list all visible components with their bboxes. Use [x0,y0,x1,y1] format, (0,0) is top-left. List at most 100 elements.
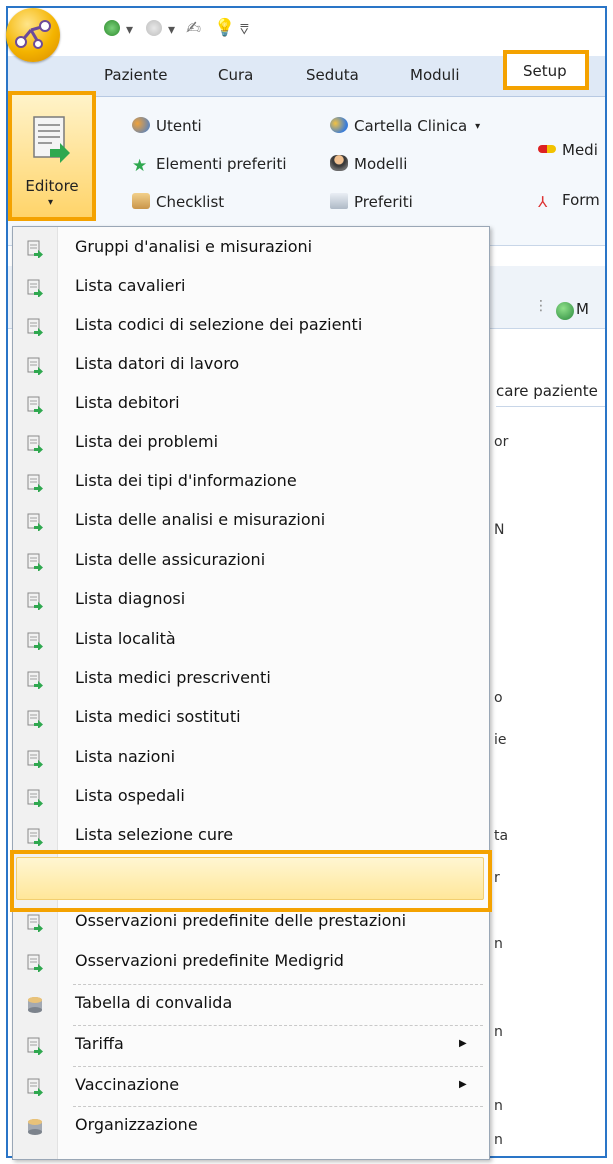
pill-icon [538,145,556,153]
ribbon-panel: Utenti ★ Elementi preferiti Checklist Car… [8,97,605,246]
menu-item-label: Lista codici di selezione dei pazienti [75,315,363,334]
search-patient-label[interactable]: care paziente [496,382,598,400]
submenu-arrow-icon: ▶ [459,1079,467,1090]
application-menu-button[interactable] [6,8,60,62]
tab-setup[interactable]: Setup [503,50,589,90]
menu-item[interactable]: Lista codici di selezione dei pazienti [13,307,489,346]
toolbar-grip-icon: ⋮ [534,298,548,314]
menu-item-label: Osservazioni predefinite Medigrid [75,951,344,970]
document-green-arrow-icon [27,474,43,493]
tab-seduta[interactable]: Seduta [306,66,359,84]
document-green-arrow-icon [27,1037,43,1056]
document-green-arrow-icon [27,553,43,572]
database-icon [27,1118,43,1136]
forward-icon[interactable] [146,20,162,36]
menu-item[interactable]: Lista cavalieri [13,268,489,307]
menu-item-label: Lista dei tipi d'informazione [75,471,297,490]
menu-item-label: Lista dei problemi [75,432,219,451]
document-green-arrow-icon [27,789,43,808]
menu-item[interactable]: Lista ospedali [13,778,489,817]
menu-item[interactable]: Lista delle assicurazioni [13,542,489,581]
chevron-down-icon: ▾ [48,197,54,208]
menu-item[interactable]: Lista diagnosi [13,581,489,620]
document-green-arrow-icon [27,435,43,454]
background-text: n [494,936,503,952]
menu-item[interactable]: Organizzazione [13,1107,489,1146]
highlight-annotation-box [10,850,492,912]
document-green-arrow-icon [27,396,43,415]
checklist-icon [132,193,150,209]
cartella-clinica-button[interactable]: Cartella Clinica ▾ [330,117,480,135]
menu-item-label: Lista diagnosi [75,589,186,608]
menu-item[interactable]: Vaccinazione ▶ [13,1067,489,1106]
toolbar-item-m[interactable]: M [576,300,589,318]
preferiti-button[interactable]: Preferiti [330,193,413,211]
document-green-arrow-icon [27,357,43,376]
menu-separator [73,984,483,985]
medi-button[interactable]: Medi [538,141,598,159]
globe-icon[interactable] [556,302,574,320]
elementi-preferiti-button[interactable]: ★ Elementi preferiti [132,155,287,176]
menu-item[interactable]: Lista delle analisi e misurazioni [13,502,489,541]
background-text: n [494,1024,503,1040]
document-green-arrow-icon [27,279,43,298]
menu-item-label: Lista ospedali [75,786,185,805]
menu-item-label: Lista debitori [75,393,180,412]
editore-button[interactable]: Editore ▾ [8,91,96,221]
menu-item[interactable]: Osservazioni predefinite Medigrid [13,943,489,982]
users-icon [132,117,150,133]
background-text: ie [494,732,507,748]
customize-toolbar-icon[interactable]: ⩢ [240,22,249,38]
document-green-arrow-icon [27,954,43,973]
tab-cura[interactable]: Cura [218,66,253,84]
menu-item[interactable]: Lista medici sostituti [13,699,489,738]
menu-item[interactable]: Tabella di convalida [13,985,489,1024]
document-green-arrow-icon [27,240,43,259]
menu-item[interactable]: Lista località [13,621,489,660]
background-text: n [494,1098,503,1114]
signature-icon[interactable]: ✍ [186,18,201,39]
back-dropdown-icon[interactable]: ▾ [126,22,133,38]
editor-document-icon [33,116,70,163]
background-text: r [494,870,500,886]
menu-item-label: Lista cavalieri [75,276,186,295]
menu-separator [73,1066,483,1067]
tab-moduli[interactable]: Moduli [410,66,459,84]
background-text: n [494,1132,503,1148]
editore-dropdown-menu: Gruppi d'analisi e misurazioni Lista cava… [12,226,490,1160]
chevron-down-icon: ▾ [475,121,481,132]
checklist-button[interactable]: Checklist [132,193,224,211]
menu-item-label: Lista datori di lavoro [75,354,240,373]
pdf-icon: ⅄ [538,193,548,211]
menu-item[interactable]: Lista debitori [13,385,489,424]
back-icon[interactable] [104,20,120,36]
document-green-arrow-icon [27,513,43,532]
document-green-arrow-icon [27,710,43,729]
menu-item-label: Lista nazioni [75,747,176,766]
menu-item[interactable]: Tariffa ▶ [13,1026,489,1065]
document-green-arrow-icon [27,671,43,690]
background-text: or [494,434,509,450]
modelli-button[interactable]: Modelli [330,155,407,173]
menu-item-label: Gruppi d'analisi e misurazioni [75,237,313,256]
menu-item-label: Lista medici prescriventi [75,668,271,687]
lightbulb-icon[interactable]: 💡 [214,18,235,38]
forward-dropdown-icon[interactable]: ▾ [168,22,175,38]
menu-item-label: Lista delle analisi e misurazioni [75,510,326,529]
menu-item-label: Lista località [75,629,176,648]
folder-chart-icon [330,117,348,133]
menu-item[interactable]: Lista nazioni [13,739,489,778]
menu-item-label: Tariffa [75,1034,124,1053]
menu-item[interactable]: Lista datori di lavoro [13,346,489,385]
menu-item[interactable]: Lista dei tipi d'informazione [13,463,489,502]
menu-item[interactable]: Gruppi d'analisi e misurazioni [13,229,489,268]
document-green-arrow-icon [27,750,43,769]
document-green-arrow-icon [27,828,43,847]
tab-paziente[interactable]: Paziente [104,66,167,84]
menu-item[interactable]: Lista dei problemi [13,424,489,463]
utenti-button[interactable]: Utenti [132,117,202,135]
star-icon: ★ [132,156,148,176]
document-green-arrow-icon [27,632,43,651]
menu-item[interactable]: Lista medici prescriventi [13,660,489,699]
form-button[interactable]: ⅄ Form [538,191,600,211]
